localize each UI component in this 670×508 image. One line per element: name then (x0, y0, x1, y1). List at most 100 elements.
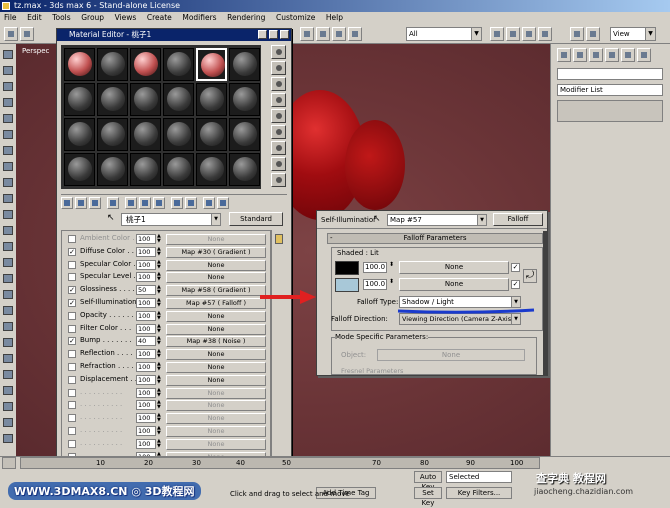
amount-spinner-icon[interactable]: ▲▼ (157, 323, 163, 334)
map-checkbox[interactable] (68, 401, 76, 410)
map-name-field[interactable]: Map #57 ▼ (387, 214, 487, 226)
reset-map-icon[interactable] (107, 197, 119, 209)
amount-spinner-2[interactable]: ⬍ (389, 278, 394, 285)
map-checkbox[interactable] (68, 388, 76, 397)
material-sample-slot[interactable] (163, 153, 194, 186)
menu-rendering[interactable]: Rendering (227, 13, 265, 22)
left-tool-icon[interactable] (3, 290, 13, 299)
map-amount-field[interactable]: 100 (136, 413, 156, 424)
left-tool-icon[interactable] (3, 98, 13, 107)
left-tool-icon[interactable] (3, 354, 13, 363)
map-amount-field[interactable]: 100 (136, 298, 156, 308)
map-amount-field[interactable]: 100 (136, 426, 156, 436)
put-to-library-icon[interactable] (139, 197, 151, 209)
left-tool-icon[interactable] (3, 322, 13, 331)
map-checkbox[interactable] (68, 363, 76, 371)
material-sample-slot[interactable] (229, 48, 260, 81)
material-sample-slot[interactable] (163, 83, 194, 116)
material-sample-slot[interactable] (97, 118, 128, 151)
map-button[interactable]: None (166, 413, 266, 425)
material-sample-slot[interactable] (196, 48, 227, 81)
left-tool-icon[interactable] (3, 402, 13, 411)
material-sample-slot[interactable] (196, 83, 227, 116)
amount-field-2[interactable]: 100.0 (363, 279, 387, 290)
amount-spinner-icon[interactable]: ▲▼ (157, 246, 163, 257)
get-material-icon[interactable] (61, 197, 73, 209)
material-type-button[interactable]: Standard (229, 212, 283, 226)
modify-tab-icon[interactable] (573, 48, 587, 62)
map-checkbox[interactable] (68, 375, 76, 384)
panel-scrollbar[interactable] (543, 231, 547, 375)
show-map-in-viewport-icon[interactable] (171, 197, 183, 209)
render-scene-icon[interactable] (586, 27, 600, 41)
left-tool-icon[interactable] (3, 338, 13, 347)
map-button[interactable]: None (166, 400, 266, 412)
material-sample-slot[interactable] (163, 118, 194, 151)
map-amount-field[interactable]: 100 (136, 374, 156, 385)
map-button[interactable]: Map #58 ( Gradient ) (166, 285, 266, 297)
map-amount-field[interactable]: 100 (136, 310, 156, 321)
map-checkbox[interactable] (68, 311, 76, 320)
material-sample-slot[interactable] (97, 153, 128, 186)
material-id-icon[interactable] (153, 197, 165, 209)
material-sample-slot[interactable] (229, 118, 260, 151)
close-icon[interactable] (280, 30, 289, 39)
menu-edit[interactable]: Edit (27, 13, 42, 22)
render-type-dropdown[interactable]: View ▼ (610, 27, 656, 41)
map-button[interactable]: None (166, 310, 266, 322)
amount-spinner-icon[interactable]: ▲▼ (157, 413, 163, 423)
hierarchy-tab-icon[interactable] (589, 48, 603, 62)
motion-tab-icon[interactable] (605, 48, 619, 62)
map-amount-field[interactable]: 100 (136, 259, 156, 270)
amount-spinner-icon[interactable]: ▲▼ (157, 438, 163, 449)
show-end-result-icon[interactable] (185, 197, 197, 209)
uv-tiling-icon[interactable] (271, 93, 286, 107)
map-checkbox[interactable]: ✓ (68, 337, 76, 346)
map-button[interactable]: None (166, 259, 266, 271)
map-checkbox[interactable] (68, 324, 76, 333)
left-tool-icon[interactable] (3, 210, 13, 219)
rotate-icon[interactable] (348, 27, 362, 41)
amount-spinner-icon[interactable]: ▲▼ (157, 362, 163, 372)
map-button[interactable]: None (166, 374, 266, 386)
redo-icon[interactable] (20, 27, 34, 41)
utilities-tab-icon[interactable] (637, 48, 651, 62)
options-icon[interactable] (271, 141, 286, 155)
mirror-icon[interactable] (490, 27, 504, 41)
amount-spinner-icon[interactable]: ▲▼ (157, 234, 163, 244)
red-sphere-object[interactable] (345, 120, 405, 210)
select-icon[interactable] (316, 27, 330, 41)
amount-spinner-1[interactable]: ⬍ (389, 261, 394, 268)
map-amount-field[interactable]: 100 (136, 438, 156, 449)
map-checkbox[interactable] (68, 439, 76, 448)
map-button[interactable]: None (166, 234, 266, 245)
map-button[interactable]: None (166, 362, 266, 373)
material-sample-slot[interactable] (130, 118, 161, 151)
pick-material-icon[interactable]: ↖ (107, 213, 115, 223)
map-button[interactable]: None (166, 387, 266, 399)
auto-key-button[interactable]: Auto Key (414, 471, 442, 491)
key-mode-dropdown[interactable]: Selected (446, 471, 512, 483)
map-amount-field[interactable]: 100 (136, 349, 156, 360)
map-checkbox[interactable]: ✓ (68, 299, 76, 307)
video-color-check-icon[interactable] (271, 109, 286, 123)
map-checkbox[interactable] (68, 414, 76, 423)
map-button-1[interactable]: None (399, 261, 509, 274)
amount-spinner-icon[interactable]: ▲▼ (157, 298, 163, 308)
viewport-label[interactable]: Perspec (22, 47, 49, 55)
modifier-list-dropdown[interactable]: Modifier List (557, 84, 663, 96)
color-swatch-1[interactable] (335, 261, 359, 275)
menu-customize[interactable]: Customize (276, 13, 315, 22)
falloff-type-dropdown[interactable]: Shadow / Light ▼ (399, 296, 521, 308)
material-sample-slot[interactable] (97, 48, 128, 81)
object-name-field[interactable] (557, 68, 663, 80)
left-tool-icon[interactable] (3, 274, 13, 283)
material-sample-slot[interactable] (130, 48, 161, 81)
minimize-icon[interactable] (258, 30, 267, 39)
amount-spinner-icon[interactable]: ▲▼ (157, 310, 163, 321)
map-button[interactable]: None (166, 349, 266, 361)
map-button[interactable]: None (166, 438, 266, 450)
material-sample-slot[interactable] (64, 48, 95, 81)
map-button[interactable]: Map #38 ( Noise ) (166, 336, 266, 348)
menu-help[interactable]: Help (326, 13, 343, 22)
